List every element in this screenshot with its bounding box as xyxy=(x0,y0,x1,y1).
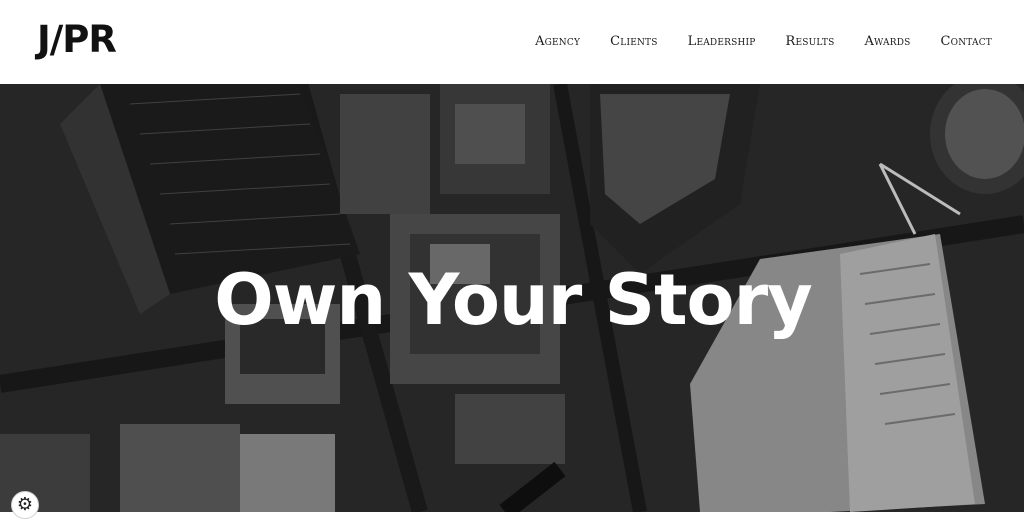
nav-contact[interactable]: Contact xyxy=(941,33,993,51)
gear-icon[interactable]: ⚙ xyxy=(11,491,39,519)
site-logo[interactable]: J/PR xyxy=(37,18,117,62)
nav-leadership[interactable]: Leadership xyxy=(688,33,756,51)
page-bottom-edge xyxy=(0,512,1024,520)
nav-agency[interactable]: Agency xyxy=(535,33,580,51)
main-nav: Agency Clients Leadership Results Awards… xyxy=(505,33,992,51)
site-header: J/PR Agency Clients Leadership Results A… xyxy=(0,0,1024,84)
nav-awards[interactable]: Awards xyxy=(864,33,910,51)
hero-section: Own Your Story xyxy=(0,84,1024,512)
nav-clients[interactable]: Clients xyxy=(610,33,658,51)
hero-title: Own Your Story xyxy=(214,259,813,341)
nav-results[interactable]: Results xyxy=(786,33,835,51)
